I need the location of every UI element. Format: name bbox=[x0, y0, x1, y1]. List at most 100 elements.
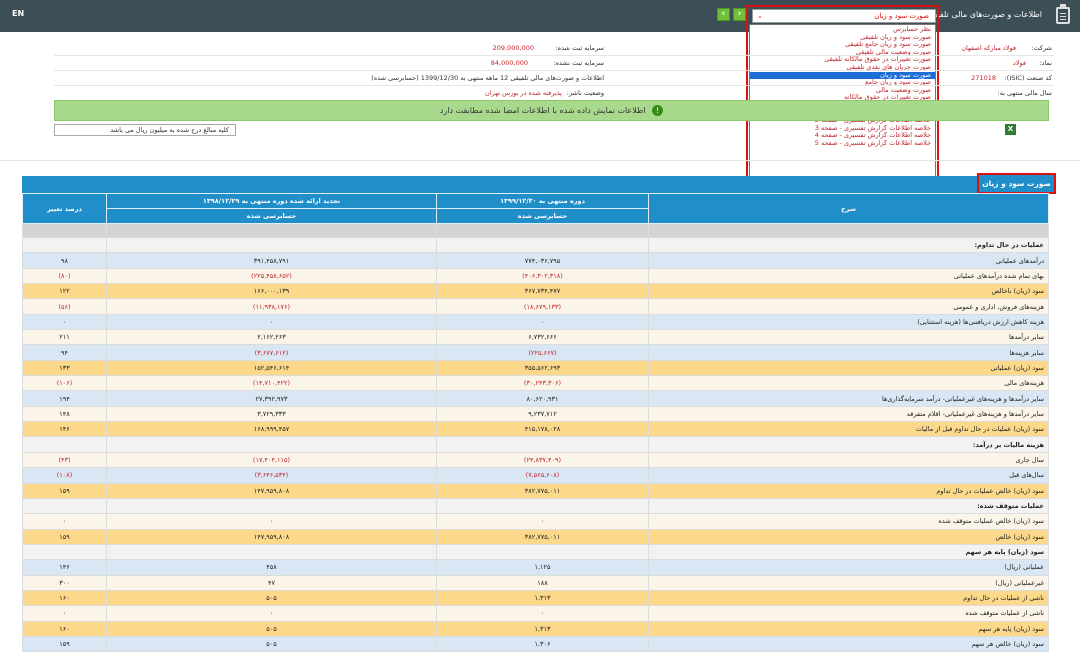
row-description: سود (زیان) خالص bbox=[648, 528, 1049, 545]
row-description: سود (زیان) خالص عملیات متوقف شده bbox=[648, 513, 1049, 530]
prev-button[interactable]: › bbox=[733, 8, 746, 21]
row-change-value: ۱۵۹ bbox=[22, 528, 107, 545]
row-current-value: ۰ bbox=[436, 605, 649, 622]
row-current-value: ۱,۱۲۵ bbox=[436, 559, 649, 576]
registered-capital-label: سرمایه ثبت شده: bbox=[555, 44, 604, 52]
row-change-value: ۱۳۳ bbox=[22, 359, 107, 377]
table-row: هزینه‌های مالی (۳۰,۲۴۳,۳۰۶) (۱۴,۷۱۰,۴۲۲) (۱… bbox=[22, 375, 1049, 392]
row-current-value: ۶,۷۳۲,۶۶۶ bbox=[436, 329, 649, 346]
table-row: ناشی از عملیات متوقف شده ۰ ۰ ۰ bbox=[22, 605, 1049, 622]
section-bar bbox=[22, 176, 1056, 193]
row-change-value: (۵۶) bbox=[22, 298, 107, 315]
row-change-value: ۲۱۱ bbox=[22, 329, 107, 346]
info-row: نماد: فولاد سرمایه ثبت نشده: 84,000,000 bbox=[54, 56, 1054, 71]
unregistered-capital-value: 84,000,000 bbox=[490, 59, 528, 67]
table-row: بهای تمام شده درآمدهای عملیاتی (۴۰۶,۳۰۲,۳… bbox=[22, 267, 1049, 285]
clipboard-icon bbox=[1056, 4, 1070, 24]
row-description: سود (زیان) پایه هر سهم bbox=[648, 543, 1049, 561]
isic-value: 271018 bbox=[971, 74, 996, 82]
isic-label: کد صنعت (ISIC): bbox=[1004, 74, 1052, 82]
row-change-value: ۳۰۰ bbox=[22, 574, 107, 591]
row-prior-value: ۵۰۵ bbox=[106, 589, 437, 607]
row-prior-value: ۳,۷۲۹,۳۳۳ bbox=[106, 405, 437, 423]
row-prior-value bbox=[106, 236, 437, 254]
registered-capital-value: 209,000,000 bbox=[492, 44, 534, 52]
info-row: سال مالی منتهی به: وضعیت ناشر: پذیرفته ش… bbox=[54, 86, 1054, 101]
table-row: سایر درآمدها و هزینه‌های غیرعملیاتی- درآ… bbox=[22, 390, 1049, 407]
row-prior-value: ۳۹۱,۴۵۸,۷۹۱ bbox=[106, 252, 437, 269]
unregistered-capital-label: سرمایه ثبت نشده: bbox=[553, 59, 604, 67]
row-change-value bbox=[22, 436, 107, 453]
row-change-value: ۰ bbox=[22, 605, 107, 622]
row-current-value: ۱,۳۱۳ bbox=[436, 589, 649, 607]
page-title: اطلاعات و صورت‌های مالی تلفیقی bbox=[926, 10, 1042, 19]
next-button[interactable]: ‹ bbox=[717, 8, 730, 21]
row-description: غیرعملیاتی (ریال) bbox=[648, 574, 1049, 591]
table-row: سایر درآمدها و هزینه‌های غیرعملیاتی- اقل… bbox=[22, 405, 1049, 423]
row-current-value: (۳۰,۲۴۳,۳۰۶) bbox=[436, 375, 649, 392]
row-prior-value: ۵۰۵ bbox=[106, 635, 437, 652]
row-change-value bbox=[22, 543, 107, 561]
row-current-value: ۱,۳۰۶ bbox=[436, 635, 649, 652]
row-current-value: ۸۰,۶۲۰,۹۳۱ bbox=[436, 390, 649, 407]
row-description: سایر هزینه‌ها bbox=[648, 344, 1049, 361]
fiscal-year-label: سال مالی منتهی به: bbox=[997, 89, 1052, 97]
row-description: سود (زیان) عملیاتی bbox=[648, 359, 1049, 377]
row-prior-value: ۰ bbox=[106, 605, 437, 622]
signature-match-alert: ! اطلاعات نمایش داده شده با اطلاعات امضا… bbox=[54, 100, 1049, 121]
row-prior-value: ۲,۱۶۲,۲۶۳ bbox=[106, 329, 437, 346]
table-row: غیرعملیاتی (ریال) ۱۸۸ ۴۷ ۳۰۰ bbox=[22, 574, 1049, 591]
row-prior-value: ۱۶۸,۹۹۹,۴۵۷ bbox=[106, 421, 437, 438]
row-description: بهای تمام شده درآمدهای عملیاتی bbox=[648, 267, 1049, 285]
row-change-value: ۱۶۰ bbox=[22, 620, 107, 637]
row-change-value: ۱۴۸ bbox=[22, 405, 107, 423]
row-description: ناشی از عملیات متوقف شده bbox=[648, 605, 1049, 622]
info-row: کد صنعت (ISIC): 271018 اطلاعات و صورت‌ها… bbox=[54, 71, 1054, 86]
row-description: درآمدهای عملیاتی bbox=[648, 252, 1049, 269]
table-row: سایر هزینه‌ها (۲۲۵,۶۶۷) (۳,۶۷۷,۶۱۲) ۹۴ bbox=[22, 344, 1049, 361]
section-row: هزینه مالیات بر درآمد: bbox=[22, 436, 1049, 453]
company-value: فولاد مبارکه اصفهان bbox=[961, 44, 1016, 52]
row-change-value: ۱۵۹ bbox=[22, 635, 107, 652]
publisher-label: وضعیت ناشر: bbox=[566, 89, 604, 97]
row-description: هزینه‌های فروش، اداری و عمومی bbox=[648, 298, 1049, 315]
row-change-value: (۴۳) bbox=[22, 451, 107, 469]
row-current-value: (۴۰۶,۳۰۲,۳۱۸) bbox=[436, 267, 649, 285]
col-header-current-period: دوره منتهی به ۱۳۹۹/۱۲/۳۰ bbox=[436, 193, 649, 209]
row-prior-value: ۴۵۸ bbox=[106, 559, 437, 576]
table-row: سود (زیان) خالص عملیات در حال تداوم ۳۸۲,۷… bbox=[22, 482, 1049, 499]
income-statement-table: شرح دوره منتهی به ۱۳۹۹/۱۲/۳۰ تجدید ارائه… bbox=[22, 193, 1049, 652]
spacer-row bbox=[22, 223, 1049, 238]
table-row: عملیاتی (ریال) ۱,۱۲۵ ۴۵۸ ۱۴۶ bbox=[22, 559, 1049, 576]
section-title: صورت سود و زیان bbox=[977, 173, 1056, 194]
row-prior-value: ۱۴۷,۹۵۹,۸۰۸ bbox=[106, 482, 437, 499]
col-header-desc: شرح bbox=[648, 193, 1049, 224]
row-prior-value: (۳,۶۴۶,۵۳۴) bbox=[106, 467, 437, 484]
row-current-value: ۷۷۴,۰۳۶,۷۹۵ bbox=[436, 252, 649, 269]
row-current-value bbox=[436, 497, 649, 515]
table-row: سال جاری (۲۴,۸۳۷,۴۰۹) (۱۷,۴۰۴,۱۱۵) (۴۳) bbox=[22, 451, 1049, 469]
row-description: سود (زیان) خالص هر سهم bbox=[648, 635, 1049, 652]
language-switch[interactable]: EN bbox=[12, 9, 24, 18]
table-row: سود (زیان) خالص عملیات متوقف شده ۰ ۰ ۰ bbox=[22, 513, 1049, 530]
row-current-value: ۳۶۷,۷۳۴,۴۷۷ bbox=[436, 283, 649, 300]
table-body: عملیات در حال تداوم: درآمدهای عملیاتی ۷۷۴,… bbox=[22, 223, 1049, 652]
row-current-value bbox=[436, 236, 649, 254]
row-prior-value: (۱۷,۴۰۴,۱۱۵) bbox=[106, 451, 437, 469]
row-change-value: ۱۴۶ bbox=[22, 421, 107, 438]
row-prior-value bbox=[106, 543, 437, 561]
row-current-value: ۹,۲۳۷,۷۱۲ bbox=[436, 405, 649, 423]
row-change-value: ۰ bbox=[22, 513, 107, 530]
company-label: شرکت: bbox=[1031, 44, 1052, 52]
row-prior-value: (۱۱,۹۳۸,۱۷۶) bbox=[106, 298, 437, 315]
row-description: عملیاتی (ریال) bbox=[648, 559, 1049, 576]
row-description: هزینه کاهش ارزش دریافتنی‌ها (هزینه استثن… bbox=[648, 313, 1049, 331]
row-current-value: (۷,۵۶۵,۶۰۸) bbox=[436, 467, 649, 484]
row-prior-value: ۰ bbox=[106, 513, 437, 530]
row-current-value bbox=[436, 436, 649, 453]
row-change-value: (۸۰) bbox=[22, 267, 107, 285]
symbol-label: نماد: bbox=[1039, 59, 1052, 67]
excel-export-icon[interactable]: X bbox=[1005, 124, 1016, 135]
col-header-prior-period: تجدید ارائه شده دوره منتهی به ۱۳۹۸/۱۲/۲۹ bbox=[106, 193, 437, 209]
table-row: ناشی از عملیات در حال تداوم ۱,۳۱۳ ۵۰۵ ۱۶۰ bbox=[22, 589, 1049, 607]
